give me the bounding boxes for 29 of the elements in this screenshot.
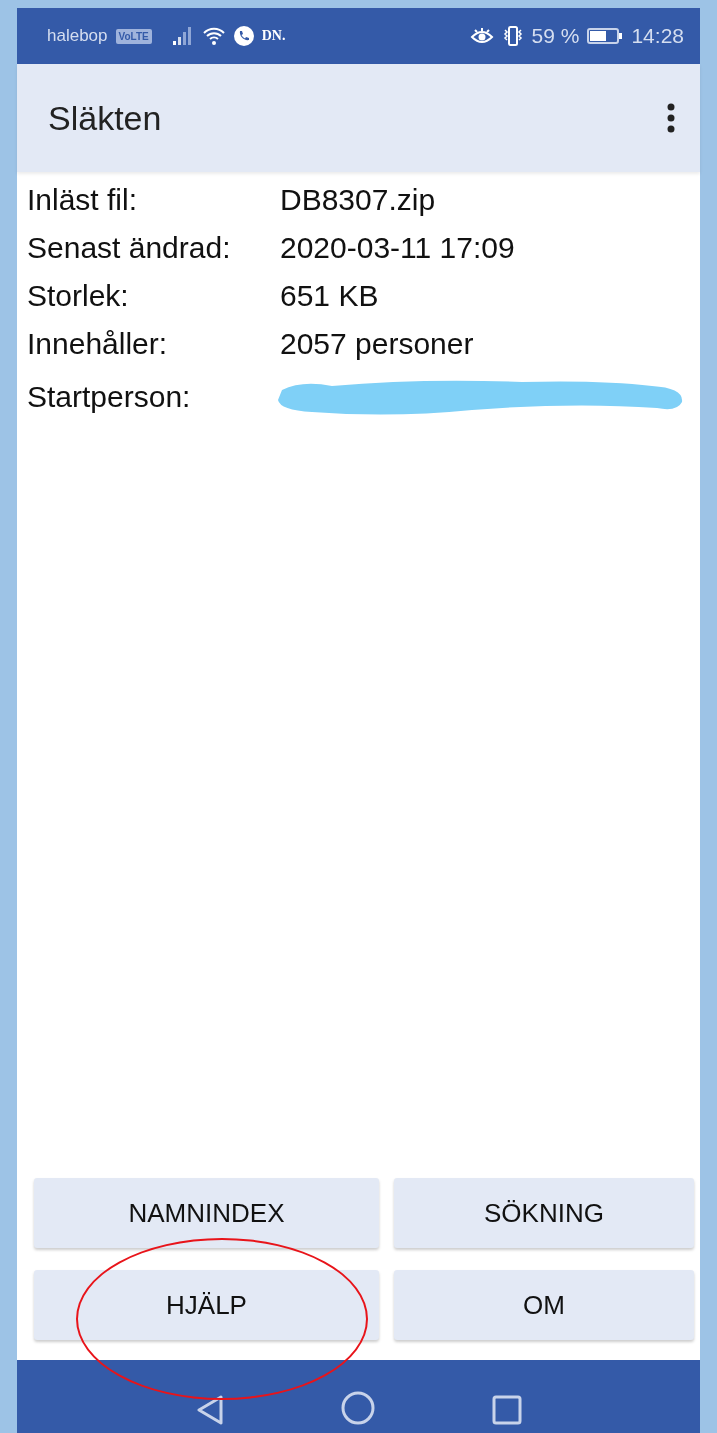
battery-icon [587, 27, 624, 45]
info-value: 651 KB [280, 278, 380, 314]
app-title: Släkten [48, 98, 162, 138]
signal-icon [171, 27, 194, 45]
info-label: Innehåller: [27, 326, 169, 362]
action-button[interactable]: SÖKNING [394, 1178, 694, 1248]
info-label: Inläst fil: [27, 182, 139, 218]
more-options-icon[interactable] [666, 103, 676, 133]
info-label: Startperson: [27, 379, 192, 415]
info-value: 2020-03-11 17:09 [280, 230, 516, 266]
action-button[interactable]: HJÄLP [34, 1270, 379, 1340]
clock-time: 14:28 [631, 24, 684, 48]
carrier-name: halebop [47, 26, 108, 46]
volte-badge: VoLTE [115, 28, 152, 44]
info-value: 2057 personer [280, 326, 475, 362]
eye-icon [469, 27, 494, 45]
news-app-label: DN. [261, 28, 286, 44]
home-icon[interactable] [340, 1391, 375, 1425]
action-button[interactable]: OM [394, 1270, 694, 1340]
phone-icon [233, 26, 254, 46]
info-label: Senast ändrad: [27, 230, 232, 266]
battery-percent: 59 % [531, 24, 580, 48]
info-value: DB8307.zip [280, 182, 437, 218]
wifi-icon [201, 26, 226, 46]
vibrate-icon [501, 26, 524, 46]
recents-icon[interactable] [491, 1395, 522, 1425]
info-label: Storlek: [27, 278, 130, 314]
back-icon[interactable] [195, 1395, 224, 1425]
action-button[interactable]: NAMNINDEX [34, 1178, 379, 1248]
